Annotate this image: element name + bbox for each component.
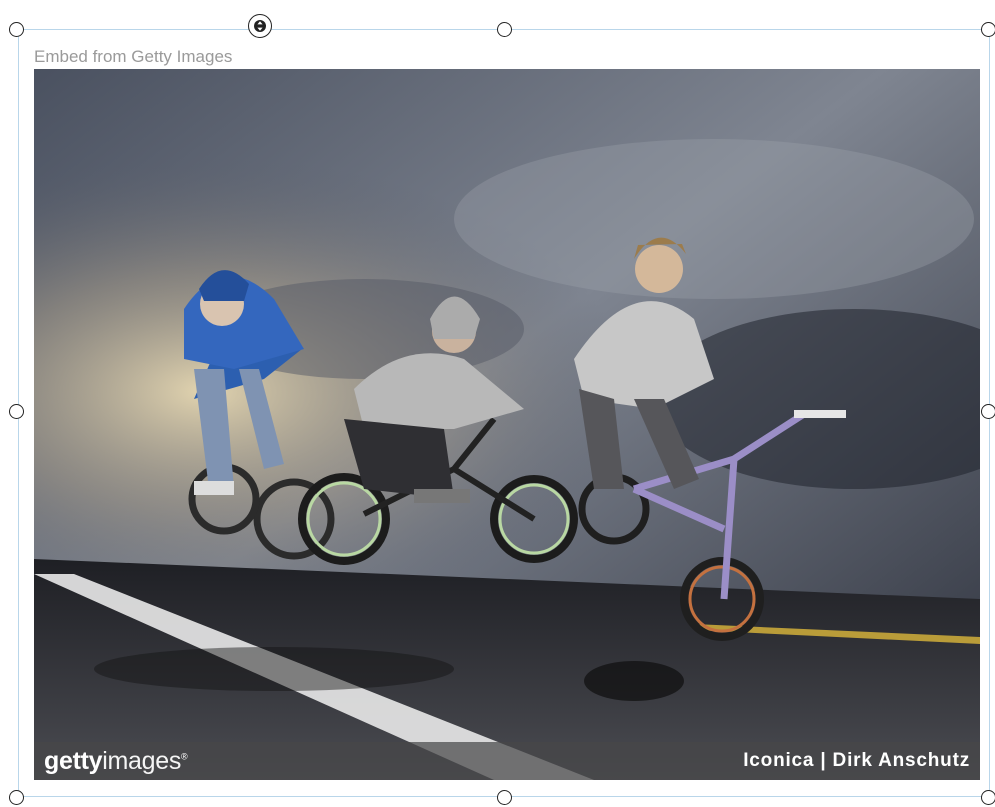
- photo-credit: Iconica | Dirk Anschutz: [743, 750, 970, 771]
- embedded-photo[interactable]: gettyimages® Iconica | Dirk Anschutz: [34, 69, 980, 780]
- resize-handle-bottom-right[interactable]: [981, 790, 995, 805]
- embed-editor-canvas: Embed from Getty Images gettyimages® Ico…: [0, 0, 995, 807]
- getty-images-logo[interactable]: gettyimages®: [44, 747, 188, 776]
- resize-handle-bottom-center[interactable]: [497, 790, 512, 805]
- resize-handle-middle-right[interactable]: [981, 404, 995, 419]
- embed-source-label: Embed from Getty Images: [34, 47, 233, 66]
- resize-handle-middle-left[interactable]: [9, 404, 24, 419]
- rotate-handle[interactable]: [248, 14, 272, 38]
- resize-handle-bottom-left[interactable]: [9, 790, 24, 805]
- photo-credit-bar: gettyimages® Iconica | Dirk Anschutz: [34, 742, 980, 780]
- resize-handle-top-left[interactable]: [9, 22, 24, 37]
- resize-handle-top-right[interactable]: [981, 22, 995, 37]
- rotate-arrows-icon: [254, 20, 266, 32]
- resize-handle-top-center[interactable]: [497, 22, 512, 37]
- bmx-riders-photo: [34, 69, 980, 780]
